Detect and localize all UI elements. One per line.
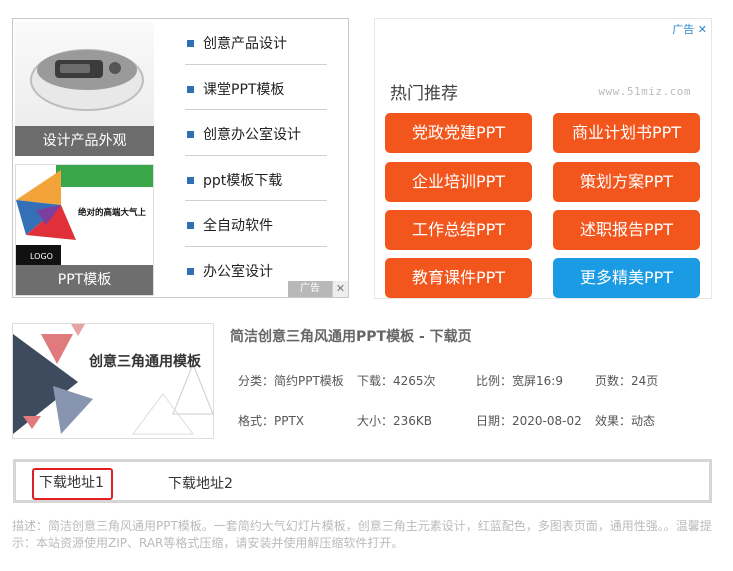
meta-effect: 效果：动态 <box>595 414 656 428</box>
page-title: 简洁创意三角风通用PPT模板 - 下载页 <box>230 329 472 345</box>
ppt-cover[interactable]: 创意三角通用模板 <box>12 323 214 439</box>
meta-pages: 页数：24页 <box>595 374 659 388</box>
ad-link[interactable]: ppt模板下载 <box>185 156 327 201</box>
ad-button[interactable]: 述职报告PPT <box>553 210 700 250</box>
right-ad-panel: 广告 ✕ 热门推荐 www.51miz.com 党政党建PPT 商业计划书PPT… <box>374 18 712 299</box>
left-ad-panel: 设计产品外观 绝对的高端大气上 LOGO PPT模板 创意产品设计 课堂PPT模… <box>12 18 349 298</box>
cover-art: 创意三角通用模板 <box>13 324 213 435</box>
ad-link[interactable]: 创意产品设计 <box>185 19 327 65</box>
description: 描述：简洁创意三角风通用PPT模板。一套简约大气幻灯片模板，创意三角主元素设计，… <box>12 519 712 550</box>
product-thumbnail[interactable]: 设计产品外观 <box>15 22 154 156</box>
meta-format: 格式：PPTX <box>238 414 305 428</box>
ppt-art: 绝对的高端大气上 LOGO <box>16 165 153 265</box>
ad-corner-label: 广告 <box>672 23 695 36</box>
close-icon[interactable]: ✕ <box>698 23 707 36</box>
device-image <box>30 49 144 111</box>
ad-button[interactable]: 党政党建PPT <box>385 113 532 153</box>
bullet-icon <box>187 85 194 93</box>
ad-link[interactable]: 全自动软件 <box>185 201 327 247</box>
download-link-1[interactable]: 下载地址1 <box>32 468 113 500</box>
meta-category: 分类：简约PPT模板 <box>238 374 344 388</box>
thumb-caption: PPT模板 <box>16 265 153 295</box>
ad-button[interactable]: 企业培训PPT <box>385 162 532 202</box>
ad-button-more[interactable]: 更多精美PPT <box>553 258 700 298</box>
bullet-icon <box>187 40 194 47</box>
bullet-icon <box>187 267 194 275</box>
ad-link[interactable]: 创意办公室设计 <box>185 110 327 156</box>
bullet-icon <box>187 131 194 138</box>
ad-link[interactable]: 课堂PPT模板 <box>185 65 327 110</box>
ad-site: www.51miz.com <box>598 85 691 98</box>
bullet-icon <box>187 176 194 184</box>
meta-size: 大小：236KB <box>357 414 433 428</box>
logo-text: LOGO <box>30 252 53 261</box>
bullet-icon <box>187 222 194 229</box>
ad-label[interactable]: 广告 <box>288 281 332 297</box>
ad-title: 热门推荐 <box>390 84 458 104</box>
meta-ratio: 比例：宽屏16:9 <box>476 374 563 388</box>
ad-button[interactable]: 教育课件PPT <box>385 258 532 298</box>
cover-title: 创意三角通用模板 <box>88 353 202 370</box>
ad-corner[interactable]: 广告 ✕ <box>672 21 707 37</box>
ad-button[interactable]: 工作总结PPT <box>385 210 532 250</box>
download-box: 下载地址1 下载地址2 <box>13 459 712 503</box>
ppt-thumbnail[interactable]: 绝对的高端大气上 LOGO PPT模板 <box>15 164 154 296</box>
ad-button[interactable]: 商业计划书PPT <box>553 113 700 153</box>
close-icon[interactable]: ✕ <box>332 281 348 297</box>
meta-downloads: 下载：4265次 <box>357 374 436 388</box>
meta-date: 日期：2020-08-02 <box>476 414 582 428</box>
thumb-caption: 设计产品外观 <box>15 126 154 156</box>
ad-link-list: 创意产品设计 课堂PPT模板 创意办公室设计 ppt模板下载 全自动软件 办公室… <box>185 19 327 292</box>
ad-button[interactable]: 策划方案PPT <box>553 162 700 202</box>
ppt-banner-text: 绝对的高端大气上 <box>78 207 147 218</box>
download-link-2[interactable]: 下载地址2 <box>168 473 233 493</box>
ad-badge: 广告 ✕ <box>288 281 348 297</box>
